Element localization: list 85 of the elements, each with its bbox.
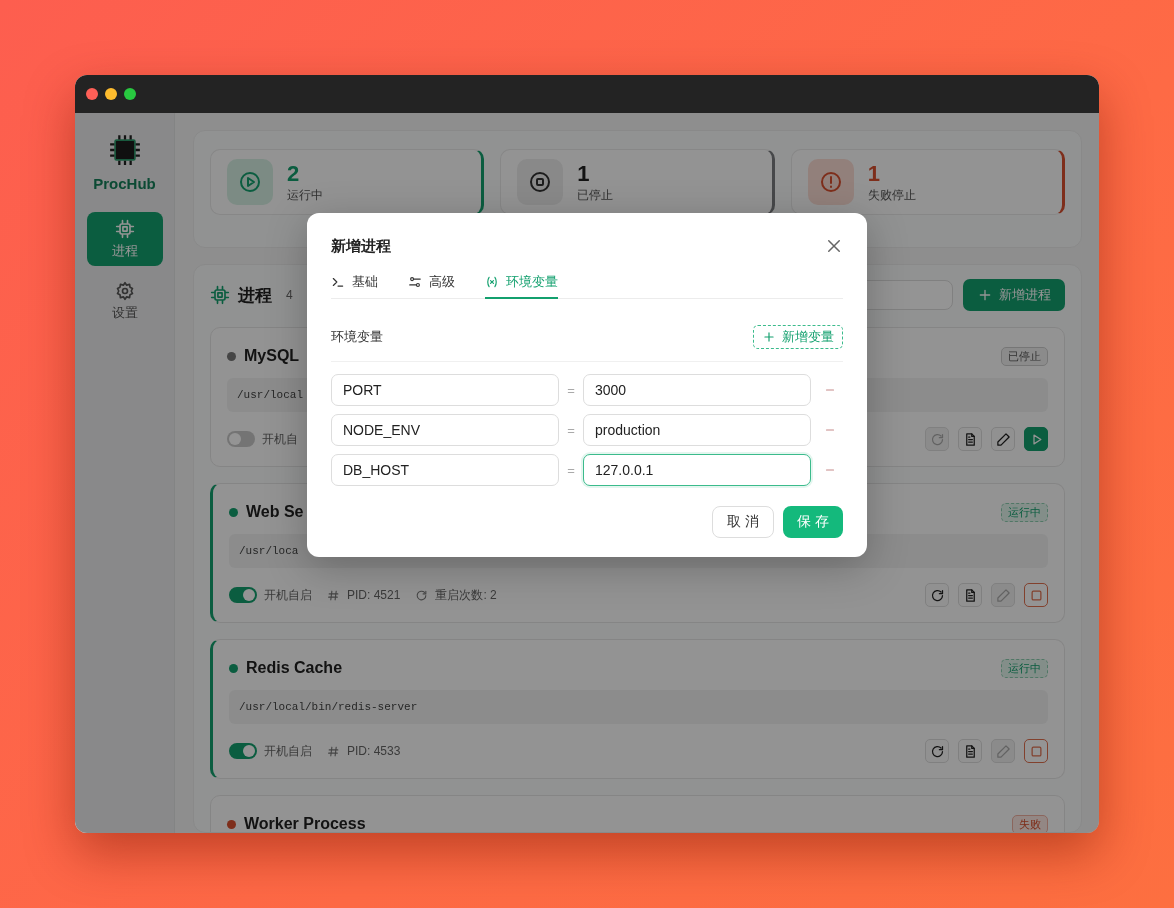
stop-icon <box>1028 587 1044 603</box>
close-icon <box>825 237 843 255</box>
equals-sign: = <box>566 462 576 478</box>
nav-item[interactable]: 设置 <box>86 274 163 328</box>
equals-sign: = <box>566 382 576 398</box>
status-badge: 失败 <box>1012 814 1048 832</box>
process-name: Redis Cache <box>246 659 343 677</box>
chip-icon <box>114 218 135 239</box>
refresh-icon <box>929 587 945 603</box>
process-name: MySQL <box>244 347 300 365</box>
chip-icon <box>107 133 142 167</box>
sliders-icon <box>408 275 422 289</box>
pid-text: PID: 4533 <box>347 744 401 758</box>
restart-count: 重启次数: 2 <box>435 586 497 604</box>
stat-label: 失败停止 <box>867 186 916 204</box>
key-field[interactable]: DB_HOST <box>331 454 559 486</box>
value-field[interactable]: 127.0.0.1 <box>583 454 811 486</box>
play-icon <box>238 170 262 194</box>
stop-button[interactable] <box>1024 739 1048 763</box>
status-badge: 运行中 <box>1001 658 1048 678</box>
stat-label: 运行中 <box>287 186 323 204</box>
dialog-title: 新增进程 <box>331 236 391 256</box>
minimize-window-button[interactable] <box>105 88 117 100</box>
restart-button[interactable] <box>925 739 949 763</box>
pencil-icon <box>995 743 1011 759</box>
stat-label: 已停止 <box>577 186 614 204</box>
refresh-icon <box>415 588 429 602</box>
refresh-icon <box>929 743 945 759</box>
stat-value: 1 <box>867 160 881 187</box>
stat-value: 1 <box>577 160 591 187</box>
close-window-button[interactable] <box>86 88 98 100</box>
close-button[interactable] <box>825 237 843 255</box>
key-field[interactable]: PORT <box>331 374 559 406</box>
app-name: ProcHub <box>93 175 156 192</box>
key-field[interactable]: NODE_ENV <box>331 414 559 446</box>
stat-value: 2 <box>287 160 301 187</box>
gear-icon <box>114 280 135 301</box>
tab[interactable]: 高级 <box>408 273 455 299</box>
start-button[interactable] <box>1024 427 1048 451</box>
autostart-label: 开机自 <box>262 430 298 448</box>
add-variable-button[interactable]: 新增变量 <box>753 325 843 349</box>
logs-button[interactable] <box>958 427 982 451</box>
stop-icon <box>528 170 553 194</box>
terminal-icon <box>331 275 345 289</box>
hash-icon <box>327 744 340 758</box>
status-dot <box>227 819 236 829</box>
process-count: 4 <box>286 288 293 302</box>
plus-icon <box>977 287 993 303</box>
command-text: /usr/local/bin/redis-server <box>229 690 1048 724</box>
stop-icon <box>1028 743 1044 759</box>
process-name: Web Se <box>246 503 304 521</box>
section-title: 进程 <box>238 284 272 307</box>
restart-button[interactable] <box>925 583 949 607</box>
autostart-label: 开机自启 <box>264 586 312 604</box>
autostart-label: 开机自启 <box>264 742 312 760</box>
value-field[interactable]: production <box>583 414 811 446</box>
pencil-icon <box>995 431 1011 447</box>
pid-text: PID: 4521 <box>347 588 401 602</box>
edit-button[interactable] <box>991 427 1015 451</box>
autostart-toggle[interactable] <box>229 587 257 603</box>
logs-button[interactable] <box>958 583 982 607</box>
status-dot <box>229 663 238 673</box>
stop-button[interactable] <box>1024 583 1048 607</box>
maximize-window-button[interactable] <box>124 88 136 100</box>
logs-button[interactable] <box>958 739 982 763</box>
value-field[interactable]: 3000 <box>583 374 811 406</box>
status-badge: 运行中 <box>1001 502 1048 522</box>
hash-icon <box>327 588 340 602</box>
plus-icon <box>762 330 776 344</box>
section-label: 环境变量 <box>331 328 383 346</box>
tab[interactable]: 环境变量 <box>485 273 558 299</box>
equals-sign: = <box>566 422 576 438</box>
refresh-icon <box>929 431 945 447</box>
tab[interactable]: 基础 <box>331 273 378 299</box>
process-name: Worker Process <box>244 815 366 832</box>
chip-icon <box>210 285 230 305</box>
variable-icon <box>485 275 499 289</box>
alert-icon <box>818 170 843 194</box>
autostart-toggle[interactable] <box>227 431 255 447</box>
status-badge: 已停止 <box>1001 346 1048 366</box>
status-dot <box>229 507 238 517</box>
status-dot <box>227 351 236 361</box>
cancel-button[interactable]: 取 消 <box>712 506 775 538</box>
autostart-toggle[interactable] <box>229 743 257 759</box>
pencil-icon <box>995 587 1011 603</box>
